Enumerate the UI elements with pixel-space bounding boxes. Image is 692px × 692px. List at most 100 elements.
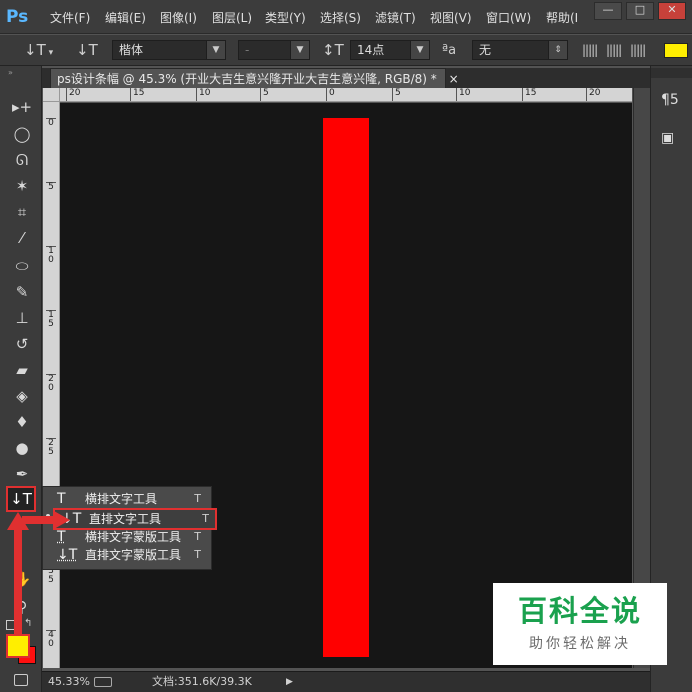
menu-view[interactable]: 视图(V)	[430, 9, 472, 27]
zoom-level[interactable]: 45.33%	[48, 672, 90, 692]
flyout-item-label: 直排文字工具	[89, 512, 162, 526]
align-top-icon[interactable]: |||||	[582, 42, 598, 59]
pen-tool-icon[interactable]: ✒	[10, 463, 34, 485]
history-brush-tool-icon[interactable]: ↺	[10, 333, 34, 355]
lasso-tool-icon[interactable]: ᘏ	[10, 149, 34, 171]
menu-edit[interactable]: 编辑(E)	[105, 9, 146, 27]
text-color-swatch[interactable]	[664, 43, 688, 58]
h-ruler-tick: 10	[456, 88, 470, 101]
menu-image[interactable]: 图像(I)	[160, 9, 197, 27]
vertical-type-mask-icon: ↓T	[57, 547, 78, 563]
close-tab-icon[interactable]: ×	[449, 72, 459, 86]
font-family-select[interactable]: 楷体 ▼	[112, 40, 226, 60]
flyout-horizontal-type-mask[interactable]: T 横排文字蒙版工具 T	[51, 528, 207, 546]
flyout-vertical-type[interactable]: ↓T 直排文字工具 T	[53, 508, 217, 530]
h-ruler-tick: 5	[392, 88, 401, 101]
status-bar: 45.33% 文档:351.6K/39.3K ▶	[42, 671, 650, 692]
flyout-item-shortcut: T	[194, 530, 201, 543]
document-tab[interactable]: ps设计条幅 @ 45.3% (开业大吉生意兴隆开业大吉生意兴隆, RGB/8)…	[50, 68, 459, 89]
v-ruler-tick: 5	[46, 182, 56, 192]
minimize-button[interactable]: —	[594, 2, 622, 20]
menu-type[interactable]: 类型(Y)	[265, 9, 306, 27]
flyout-item-label: 直排文字蒙版工具	[85, 548, 182, 562]
font-style-select[interactable]: - ▼	[238, 40, 310, 60]
vertical-type-tool-icon[interactable]: ↓T	[6, 486, 36, 512]
flyout-item-label: 横排文字工具	[85, 492, 158, 506]
crop-tool-icon[interactable]: ⌗	[10, 201, 34, 223]
chevron-updown-icon: ⇕	[548, 41, 567, 59]
healing-brush-tool-icon[interactable]: ⬭	[10, 255, 34, 277]
v-ruler-tick: 1 5	[46, 310, 56, 329]
maximize-button[interactable]: □	[626, 2, 654, 20]
font-size-select[interactable]: 14点 ▼	[350, 40, 430, 60]
glyphs-panel-icon[interactable]: ▣	[661, 130, 674, 146]
eraser-tool-icon[interactable]: ▰	[10, 359, 34, 381]
h-ruler-tick: 20	[66, 88, 80, 101]
h-ruler-tick: 15	[130, 88, 144, 101]
h-ruler-tick: 15	[522, 88, 536, 101]
h-ruler-tick: 0	[326, 88, 335, 101]
quick-mask-icon[interactable]	[14, 674, 28, 686]
watermark-subtitle: 助你轻松解决	[529, 636, 631, 652]
status-preview-icon[interactable]	[94, 677, 112, 687]
menu-window[interactable]: 窗口(W)	[486, 9, 531, 27]
vertical-scrollbar[interactable]	[633, 88, 650, 668]
eyedropper-tool-icon[interactable]: ⁄	[10, 227, 34, 249]
flyout-item-shortcut: T	[202, 512, 209, 525]
menu-layer[interactable]: 图层(L)	[212, 9, 252, 27]
menu-help[interactable]: 帮助(I	[546, 9, 578, 27]
menu-filter[interactable]: 滤镜(T)	[375, 9, 416, 27]
flyout-horizontal-type[interactable]: T 横排文字工具 T	[51, 490, 207, 508]
flyout-item-shortcut: T	[194, 492, 201, 505]
menu-file[interactable]: 文件(F)	[50, 9, 90, 27]
panel-header	[651, 68, 692, 78]
v-ruler-tick: 1 0	[46, 246, 56, 265]
horizontal-type-mask-icon: T	[57, 529, 66, 545]
align-bottom-icon[interactable]: |||||	[630, 42, 646, 59]
window-controls: — □ ✕	[594, 2, 686, 20]
menu-select[interactable]: 选择(S)	[320, 9, 361, 27]
font-family-value: 楷体	[119, 43, 144, 57]
chevron-down-icon: ▼	[206, 41, 225, 59]
paint-bucket-tool-icon[interactable]: ◈	[10, 385, 34, 407]
options-bar: ↓T ▾ ↓T 楷体 ▼ - ▼ ↕T 14点 ▼ ªa 无 ⇕ ||||| |…	[0, 35, 692, 66]
toggle-orientation-icon[interactable]: ↓T	[76, 42, 98, 59]
vertical-ruler[interactable]: 0 5 1 0 1 5 2 0 2 5 3 0 3 5 4 0	[43, 102, 60, 668]
h-ruler-tick: 5	[260, 88, 269, 101]
antialias-icon: ªa	[442, 43, 457, 58]
magic-wand-tool-icon[interactable]: ✶	[10, 175, 34, 197]
antialias-select[interactable]: 无 ⇕	[472, 40, 568, 60]
vertical-type-preset-icon[interactable]: ↓T ▾	[24, 42, 53, 62]
clone-stamp-tool-icon[interactable]: ⊥	[10, 307, 34, 329]
photoshop-logo: Ps	[6, 7, 29, 27]
font-size-icon: ↕T	[322, 41, 344, 59]
font-size-value: 14点	[357, 43, 385, 57]
status-menu-arrow-icon[interactable]: ▶	[286, 672, 293, 692]
h-ruler-tick: 10	[196, 88, 210, 101]
align-center-icon[interactable]: |||||	[606, 42, 622, 59]
dodge-tool-icon[interactable]: ●	[10, 437, 34, 459]
document-title: ps设计条幅 @ 45.3% (开业大吉生意兴隆开业大吉生意兴隆, RGB/8)…	[57, 72, 437, 86]
marquee-tool-icon[interactable]: ◯	[10, 123, 34, 145]
ruler-origin[interactable]	[43, 88, 60, 102]
blur-tool-icon[interactable]: ♦	[10, 411, 34, 433]
horizontal-ruler[interactable]: 20 15 10 5 0 5 10 15 20	[60, 88, 632, 102]
flyout-item-label: 横排文字蒙版工具	[85, 530, 182, 544]
watermark-title: 百科全说	[517, 594, 642, 628]
move-tool-icon[interactable]: ▸+	[10, 96, 34, 118]
red-banner-shape[interactable]	[323, 118, 369, 657]
chevron-down-icon: ▼	[290, 41, 309, 59]
v-ruler-tick: 4 0	[46, 630, 56, 649]
chevron-down-icon: ▼	[410, 41, 429, 59]
flyout-vertical-type-mask[interactable]: ↓T 直排文字蒙版工具 T	[51, 546, 207, 564]
paragraph-panel-icon[interactable]: ¶5	[661, 92, 679, 108]
document-size: 文档:351.6K/39.3K	[152, 675, 252, 688]
brush-tool-icon[interactable]: ✎	[10, 281, 34, 303]
foreground-color-swatch[interactable]	[6, 634, 30, 658]
menu-bar: Ps 文件(F) 编辑(E) 图像(I) 图层(L) 类型(Y) 选择(S) 滤…	[0, 0, 692, 34]
collapse-icon[interactable]: »	[0, 68, 42, 77]
close-window-button[interactable]: ✕	[658, 2, 686, 20]
v-ruler-tick: 0	[46, 118, 56, 128]
antialias-value: 无	[479, 43, 492, 57]
annotation-arrow-right	[22, 511, 70, 529]
